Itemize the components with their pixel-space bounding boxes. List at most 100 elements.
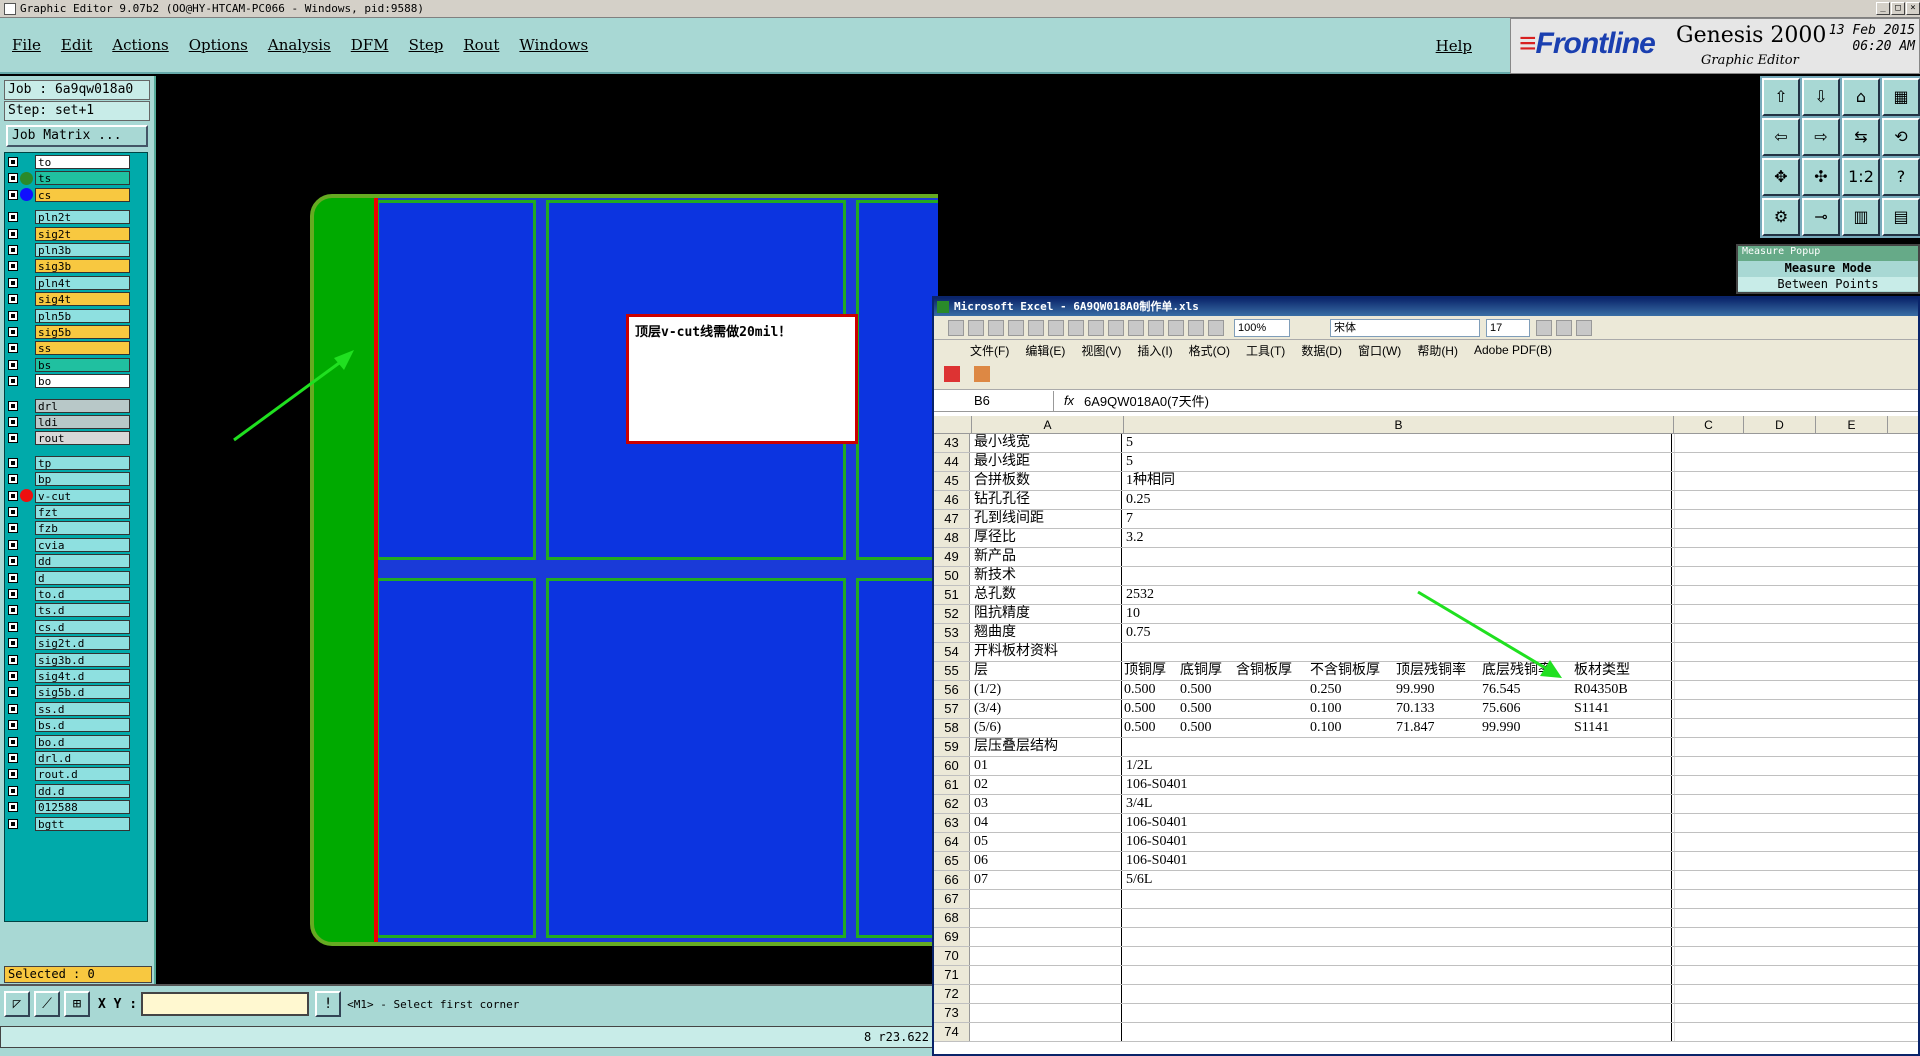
layer-name[interactable]: pln5b xyxy=(35,308,130,323)
cell-a[interactable]: 07 xyxy=(972,871,1122,889)
cell-b[interactable] xyxy=(1124,643,1672,661)
row-number[interactable]: 59 xyxy=(934,738,970,756)
empty-cells[interactable] xyxy=(1674,890,1918,908)
cell-a[interactable]: 孔到线间距 xyxy=(972,510,1122,528)
layer-name[interactable]: dd.d xyxy=(35,783,130,798)
cell-a[interactable]: (5/6) xyxy=(972,719,1122,737)
table-row[interactable]: 43 最小线宽 5 xyxy=(934,434,1918,453)
row-number[interactable]: 52 xyxy=(934,605,970,623)
layer-checkbox[interactable] xyxy=(8,228,18,239)
table-row[interactable]: 48 厚径比 3.2 xyxy=(934,529,1918,548)
row-number[interactable]: 48 xyxy=(934,529,970,547)
row-number[interactable]: 44 xyxy=(934,453,970,471)
layer-row[interactable]: ss xyxy=(8,341,130,356)
cell-b[interactable]: 3.2 xyxy=(1124,529,1672,547)
empty-cells[interactable] xyxy=(1674,757,1918,775)
layer-row[interactable]: 012588 xyxy=(8,800,130,815)
cell-a[interactable] xyxy=(972,909,1122,927)
layer-checkbox[interactable] xyxy=(8,671,18,681)
empty-cells[interactable] xyxy=(1674,434,1918,452)
cell-b[interactable]: 5 xyxy=(1124,434,1672,452)
empty-cells[interactable] xyxy=(1674,586,1918,604)
layer-checkbox[interactable] xyxy=(8,687,18,698)
empty-cells[interactable] xyxy=(1674,871,1918,889)
table-row[interactable]: 68 xyxy=(934,909,1918,928)
layer-name[interactable]: ldi xyxy=(35,415,130,429)
view-tool-icon[interactable]: ⇦ xyxy=(1762,118,1800,156)
layer-row[interactable]: rout xyxy=(8,431,130,446)
row-number[interactable]: 58 xyxy=(934,719,970,737)
table-row[interactable]: 72 xyxy=(934,985,1918,1004)
layer-name[interactable]: tp xyxy=(35,455,130,470)
cell-b[interactable]: 0.75 xyxy=(1124,624,1672,642)
cut-icon[interactable] xyxy=(1068,319,1084,336)
layer-checkbox[interactable] xyxy=(8,245,18,255)
empty-cells[interactable] xyxy=(1674,662,1918,680)
layer-name[interactable]: fzb xyxy=(35,521,130,536)
table-row[interactable]: 61 02 106-S0401 xyxy=(934,776,1918,795)
excel-menu-item[interactable]: 插入(I) xyxy=(1137,342,1172,359)
row-number[interactable]: 63 xyxy=(934,814,970,832)
size-select[interactable]: 17 xyxy=(1486,318,1530,337)
layer-checkbox[interactable] xyxy=(8,556,18,567)
paste-icon[interactable] xyxy=(1108,319,1124,336)
view-tool-icon[interactable]: ⚙ xyxy=(1762,198,1800,236)
layer-checkbox[interactable] xyxy=(8,189,18,200)
cell-a[interactable]: (1/2) xyxy=(972,681,1122,699)
layer-checkbox[interactable] xyxy=(8,638,18,649)
empty-cells[interactable] xyxy=(1674,776,1918,794)
cell-b[interactable]: 106-S0401 xyxy=(1124,776,1672,794)
cell-a[interactable]: 04 xyxy=(972,814,1122,832)
table-row[interactable]: 59 层压叠层结构 xyxy=(934,738,1918,757)
layer-row[interactable]: cvia xyxy=(8,537,130,552)
layer-name[interactable]: bo xyxy=(35,374,130,389)
view-tool-icon[interactable]: ⊸ xyxy=(1802,198,1840,236)
layer-name[interactable]: sig3b.d xyxy=(35,652,130,667)
layer-row[interactable]: sig4t.d xyxy=(8,669,130,683)
view-tool-icon[interactable]: ? xyxy=(1882,158,1920,196)
layer-name[interactable]: dd xyxy=(35,554,130,569)
cell-b[interactable] xyxy=(1124,966,1672,984)
layer-name[interactable]: to xyxy=(35,155,130,169)
layer-row[interactable]: bp xyxy=(8,472,130,487)
cell-b[interactable] xyxy=(1124,1023,1672,1041)
cell-a[interactable]: 新技术 xyxy=(972,567,1122,585)
layer-name[interactable]: pln4t xyxy=(35,275,130,290)
layer-name[interactable]: 012588 xyxy=(35,800,130,815)
menu-help[interactable]: Help xyxy=(1436,37,1472,55)
layer-row[interactable]: dd.d xyxy=(8,783,130,798)
row-number[interactable]: 56 xyxy=(934,681,970,699)
layer-name[interactable]: bs.d xyxy=(35,718,130,733)
minimize-button[interactable]: _ xyxy=(1876,2,1890,15)
excel-menu-item[interactable]: 窗口(W) xyxy=(1358,342,1401,359)
cell-a[interactable]: 05 xyxy=(972,833,1122,851)
table-row[interactable]: 46 钻孔孔径 0.25 xyxy=(934,491,1918,510)
table-row[interactable]: 71 xyxy=(934,966,1918,985)
empty-cells[interactable] xyxy=(1674,567,1918,585)
empty-cells[interactable] xyxy=(1674,833,1918,851)
layer-name[interactable]: ss xyxy=(35,341,130,356)
view-tool-icon[interactable]: ⌂ xyxy=(1842,78,1880,116)
cell-a[interactable]: (3/4) xyxy=(972,700,1122,718)
empty-cells[interactable] xyxy=(1674,1023,1918,1041)
layer-name[interactable]: pln2t xyxy=(35,210,130,225)
layer-row[interactable]: ldi xyxy=(8,415,130,429)
cell-a[interactable]: 层压叠层结构 xyxy=(972,738,1122,756)
empty-cells[interactable] xyxy=(1674,529,1918,547)
cell-a[interactable]: 新产品 xyxy=(972,548,1122,566)
cell-b[interactable]: 10 xyxy=(1124,605,1672,623)
layer-name[interactable]: sig5b xyxy=(35,325,130,339)
cell-b[interactable] xyxy=(1124,909,1672,927)
layer-name[interactable]: v-cut xyxy=(35,488,130,503)
layer-checkbox[interactable] xyxy=(8,277,18,288)
empty-cells[interactable] xyxy=(1674,947,1918,965)
pdf-email-icon[interactable] xyxy=(973,366,990,382)
cell-a[interactable] xyxy=(972,985,1122,1003)
view-tool-icon[interactable]: ▦ xyxy=(1882,78,1920,116)
layer-row[interactable]: ts xyxy=(8,171,130,186)
excel-menu-item[interactable]: Adobe PDF(B) xyxy=(1474,343,1552,357)
layer-row[interactable]: sig2t.d xyxy=(8,636,130,651)
layer-name[interactable]: bo.d xyxy=(35,734,130,749)
layer-row[interactable]: cs.d xyxy=(8,619,130,634)
row-number[interactable]: 73 xyxy=(934,1004,970,1022)
